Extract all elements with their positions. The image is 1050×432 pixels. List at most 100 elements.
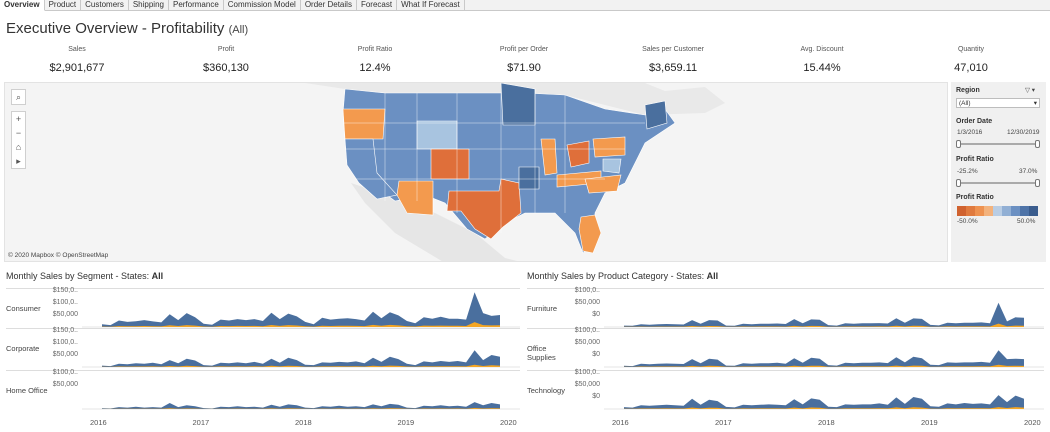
filter-icon[interactable]: ▽ ▾	[1025, 86, 1035, 94]
tab-order-details[interactable]: Order Details	[301, 0, 357, 11]
y-tick-label: $0	[592, 311, 600, 318]
profit-ratio-max: 37.0%	[1019, 168, 1038, 175]
map-zoom-controls: + − ⌂ ▸	[11, 111, 26, 169]
legend-swatch	[1002, 206, 1011, 216]
y-tick-label: $100,0..	[52, 369, 78, 376]
map-attribution[interactable]: © 2020 Mapbox © OpenStreetMap	[8, 252, 108, 259]
play-icon[interactable]: ▸	[12, 154, 25, 168]
x-tick-label: 2017	[192, 418, 210, 427]
segment-chart-title-state: All	[151, 271, 164, 281]
y-tick-label: $50,000	[52, 311, 78, 318]
page-title-text: Executive Overview - Profitability	[6, 20, 225, 37]
home-icon[interactable]: ⌂	[12, 140, 25, 154]
profit-ratio-color-legend	[957, 206, 1038, 216]
tab-performance[interactable]: Performance	[169, 0, 224, 11]
kpi-label: Avg. Discount	[800, 46, 844, 53]
chevron-down-icon: ▾	[1033, 100, 1037, 107]
y-tick-label: $100,0..	[574, 369, 600, 376]
slider-handle-end[interactable]	[1035, 140, 1040, 148]
tab-product[interactable]: Product	[45, 0, 82, 11]
tab-commission-model[interactable]: Commission Model	[224, 0, 301, 11]
kpi-profit-ratio: Profit Ratio 12.4%	[310, 44, 440, 74]
zoom-out-icon[interactable]: −	[12, 126, 25, 140]
state-virginia[interactable]	[602, 158, 622, 174]
category-area-chart-office-supplies[interactable]	[604, 330, 1044, 370]
segment-area-chart-corporate[interactable]	[82, 330, 520, 370]
segment-area-chart-consumer[interactable]	[82, 290, 520, 330]
kpi-avg-discount: Avg. Discount 15.44%	[757, 44, 887, 74]
order-date-end: 12/30/2019	[1007, 129, 1040, 136]
kpi-label: Profit	[217, 46, 235, 53]
filter-panel: Region ▽ ▾ (All) ▾ Order Date 1/3/2016 12…	[951, 82, 1046, 262]
kpi-profit-per-order: Profit per Order $71.90	[459, 44, 589, 74]
row-separator	[527, 288, 1044, 289]
zoom-in-icon[interactable]: +	[12, 112, 25, 126]
state-arkansas[interactable]	[518, 166, 540, 190]
state-florida[interactable]	[578, 214, 602, 254]
category-area-chart-furniture[interactable]	[604, 290, 1044, 330]
kpi-value: $71.90	[507, 62, 541, 74]
category-area-chart-technology[interactable]	[604, 372, 1044, 412]
y-tick-label: $0	[592, 351, 600, 358]
profit-ratio-slider[interactable]	[956, 179, 1040, 187]
kpi-label: Sales	[68, 46, 86, 53]
y-tick-label: $100,0..	[52, 299, 78, 306]
tab-overview[interactable]: Overview	[0, 0, 45, 11]
kpi-label: Quantity	[957, 46, 985, 53]
state-ohio[interactable]	[566, 140, 590, 168]
us-map[interactable]	[5, 83, 948, 262]
tab-forecast[interactable]: Forecast	[357, 0, 398, 11]
sales-area[interactable]	[102, 402, 500, 409]
state-colorado[interactable]	[430, 148, 470, 180]
segment-area-chart-home-office[interactable]	[82, 372, 520, 412]
tab-what-if-forecast[interactable]: What If Forecast	[397, 0, 465, 11]
x-tick-label: 2020	[1024, 418, 1041, 427]
order-date-start: 1/3/2016	[957, 129, 983, 136]
row-separator	[527, 370, 1044, 371]
y-tick-label: $100,0..	[52, 339, 78, 346]
state-wyoming[interactable]	[416, 120, 458, 150]
slider-handle-start[interactable]	[956, 179, 961, 187]
map-view[interactable]: ⌕ + − ⌂ ▸ © 2020 Mapbox © OpenStreetMap	[4, 82, 948, 262]
legend-swatch	[975, 206, 984, 216]
x-tick-label: 2016	[90, 418, 107, 427]
order-date-slider[interactable]	[956, 140, 1040, 148]
kpi-value: 47,010	[954, 62, 988, 74]
profit-ratio-legend-label: Profit Ratio	[956, 194, 994, 201]
x-tick-label: 2016	[612, 418, 629, 427]
slider-handle-end[interactable]	[1035, 179, 1040, 187]
category-chart-title: Monthly Sales by Product Category - Stat…	[527, 271, 718, 281]
region-select[interactable]: (All) ▾	[956, 98, 1040, 108]
page-title: Executive Overview - Profitability (All)	[6, 20, 248, 37]
y-tick-label: $50,000	[574, 339, 600, 346]
sales-area[interactable]	[624, 302, 1024, 327]
sales-area[interactable]	[624, 395, 1024, 409]
y-tick-label: $50,000	[52, 381, 78, 388]
page-title-filter: (All)	[228, 24, 249, 36]
state-minnesota[interactable]	[500, 83, 536, 126]
kpi-sales-per-customer: Sales per Customer $3,659.11	[608, 44, 738, 74]
row-separator	[6, 288, 520, 289]
y-tick-label: $0	[592, 393, 600, 400]
kpi-profit: Profit $360,130	[161, 44, 291, 74]
legend-swatch	[1020, 206, 1029, 216]
order-date-label: Order Date	[956, 118, 993, 125]
state-oregon[interactable]	[342, 108, 386, 140]
segment-chart-title: Monthly Sales by Segment - States: All	[6, 271, 163, 281]
sales-area[interactable]	[102, 292, 500, 327]
tab-customers[interactable]: Customers	[81, 0, 129, 11]
sales-area[interactable]	[102, 350, 500, 367]
kpi-sales: Sales $2,901,677	[12, 44, 142, 74]
legend-swatch	[1011, 206, 1020, 216]
region-select-value: (All)	[959, 100, 971, 107]
y-tick-label: $50,000	[574, 299, 600, 306]
kpi-value: $3,659.11	[648, 62, 698, 74]
tab-shipping[interactable]: Shipping	[129, 0, 169, 11]
row-separator	[6, 328, 520, 329]
state-pennsylvania[interactable]	[592, 136, 626, 158]
sales-area[interactable]	[624, 350, 1024, 367]
row-separator	[6, 370, 520, 371]
search-icon[interactable]: ⌕	[11, 89, 26, 105]
slider-handle-start[interactable]	[956, 140, 961, 148]
kpi-value: $360,130	[203, 62, 249, 74]
